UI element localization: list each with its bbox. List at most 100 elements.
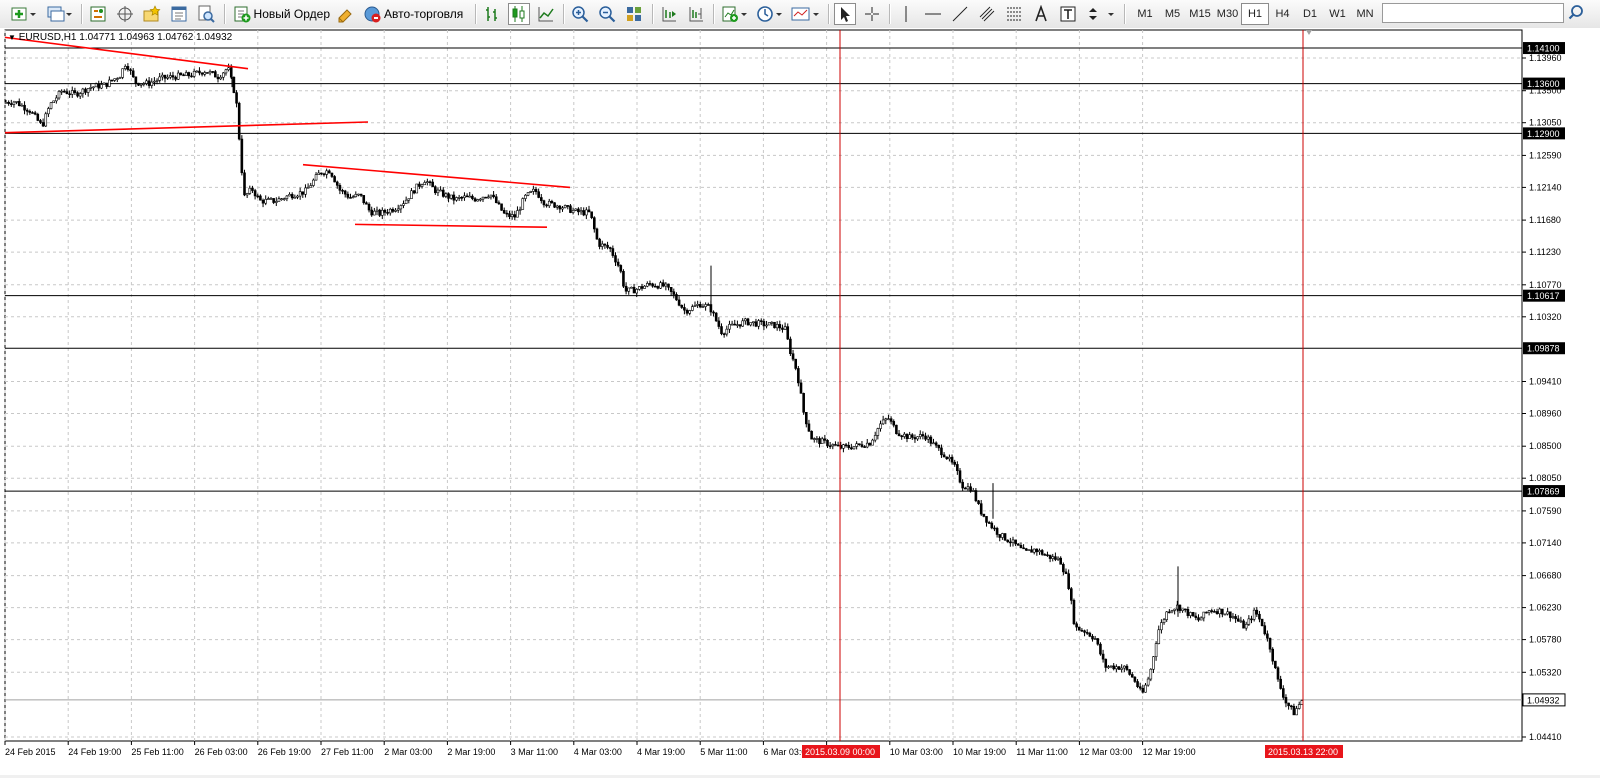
candle-body bbox=[616, 261, 620, 266]
candle-body bbox=[937, 444, 941, 449]
candle-body bbox=[1024, 548, 1028, 551]
candle-body bbox=[1289, 705, 1293, 708]
candle-body bbox=[426, 181, 429, 183]
candle-body bbox=[778, 324, 782, 329]
candle-body bbox=[749, 322, 752, 326]
candle-body bbox=[1051, 556, 1055, 559]
text-tool-button[interactable] bbox=[1030, 3, 1052, 25]
timeframe-mn[interactable]: MN bbox=[1351, 3, 1379, 25]
candle-body bbox=[810, 430, 813, 440]
candle-body bbox=[704, 304, 707, 307]
bar-chart-button[interactable] bbox=[481, 3, 503, 25]
candle-body bbox=[722, 333, 726, 336]
timeframe-m15[interactable]: M15 bbox=[1186, 3, 1214, 25]
search-input[interactable] bbox=[1382, 3, 1564, 23]
timeframe-d1[interactable]: D1 bbox=[1296, 3, 1324, 25]
candle-body bbox=[982, 513, 986, 517]
candle-body bbox=[44, 113, 48, 127]
terminal-button[interactable] bbox=[168, 3, 190, 25]
indicators-button[interactable] bbox=[719, 3, 749, 25]
candle-body bbox=[1258, 613, 1261, 620]
candle-body bbox=[1213, 611, 1216, 613]
timeframe-h1[interactable]: H1 bbox=[1241, 3, 1269, 25]
candle-body bbox=[913, 437, 917, 440]
periods-button[interactable] bbox=[754, 3, 784, 25]
templates-button[interactable] bbox=[789, 3, 821, 25]
candle-body bbox=[1014, 539, 1017, 545]
fibonacci-tool-button[interactable] bbox=[1003, 3, 1025, 25]
candle-body bbox=[775, 324, 779, 329]
candle-body bbox=[182, 74, 185, 77]
candle-body bbox=[881, 419, 885, 425]
candle-body bbox=[1186, 609, 1190, 616]
profiles-button[interactable] bbox=[44, 3, 74, 25]
candle-body bbox=[547, 200, 551, 207]
candlestick-chart-button[interactable] bbox=[508, 3, 530, 25]
line-chart-button[interactable] bbox=[535, 3, 557, 25]
timeframe-h4[interactable]: H4 bbox=[1269, 3, 1297, 25]
candle-body bbox=[979, 503, 983, 515]
candle-body bbox=[4, 101, 8, 104]
candle-body bbox=[1141, 687, 1145, 693]
timeframe-m5[interactable]: M5 bbox=[1159, 3, 1187, 25]
candle-body bbox=[423, 182, 427, 186]
candle-body bbox=[1221, 608, 1224, 615]
candle-body bbox=[1016, 543, 1020, 546]
candle-body bbox=[1027, 549, 1031, 551]
candlestick-icon bbox=[512, 6, 525, 22]
candle-body bbox=[953, 461, 957, 465]
candle-body bbox=[15, 101, 18, 103]
candle-body bbox=[1062, 563, 1065, 573]
auto-scroll-button[interactable] bbox=[658, 3, 680, 25]
search-button[interactable] bbox=[1566, 3, 1586, 23]
timeframe-m30[interactable]: M30 bbox=[1214, 3, 1242, 25]
new-chart-button[interactable] bbox=[8, 3, 38, 25]
level-price-label: 1.13600 bbox=[1527, 79, 1560, 89]
arrows-tool-button[interactable] bbox=[1084, 3, 1116, 25]
candle-body bbox=[147, 80, 151, 86]
timeframe-w1[interactable]: W1 bbox=[1324, 3, 1352, 25]
collapse-triangle-icon[interactable]: ▼ bbox=[8, 33, 16, 42]
candle-body bbox=[1107, 666, 1110, 668]
strategy-tester-button[interactable] bbox=[195, 3, 217, 25]
candle-body bbox=[184, 72, 188, 76]
price-tick-label: 1.13050 bbox=[1529, 118, 1562, 128]
metaeditor-button[interactable] bbox=[334, 3, 356, 25]
autotrading-button[interactable]: Авто-торговля bbox=[360, 3, 468, 25]
time-label: 2 Mar 03:00 bbox=[384, 747, 432, 757]
candle-body bbox=[1091, 635, 1094, 640]
candle-body bbox=[494, 196, 498, 203]
candle-body bbox=[521, 198, 525, 210]
candle-body bbox=[460, 196, 464, 199]
horizontal-line-tool-button[interactable] bbox=[922, 3, 944, 25]
market-watch-button[interactable] bbox=[87, 3, 109, 25]
candle-body bbox=[473, 198, 477, 202]
data-window-button[interactable] bbox=[114, 3, 136, 25]
candle-body bbox=[383, 209, 387, 213]
zoom-out-button[interactable] bbox=[596, 3, 618, 25]
text-label-tool-button[interactable] bbox=[1057, 3, 1079, 25]
new-order-button[interactable]: Новый Ордер bbox=[230, 3, 330, 25]
zoom-in-button[interactable] bbox=[569, 3, 591, 25]
candle-body bbox=[638, 286, 641, 290]
timeframe-m1[interactable]: M1 bbox=[1131, 3, 1159, 25]
navigator-button[interactable] bbox=[141, 3, 163, 25]
time-label: 3 Mar 11:00 bbox=[511, 747, 558, 757]
tile-windows-button[interactable] bbox=[623, 3, 645, 25]
equidistant-channel-tool-button[interactable] bbox=[976, 3, 998, 25]
candle-body bbox=[783, 326, 787, 330]
candle-body bbox=[89, 87, 93, 89]
chart-window[interactable]: 1.13960 1.13500 1.13050 1.12590 1.12140 1.116… bbox=[0, 28, 1600, 775]
candle-body bbox=[190, 75, 193, 78]
vertical-line-tool-button[interactable] bbox=[895, 3, 917, 25]
cursor-tool-button[interactable] bbox=[834, 3, 856, 25]
candle-body bbox=[932, 442, 935, 445]
trendline-tool-button[interactable] bbox=[949, 3, 971, 25]
chart-shift-button[interactable] bbox=[685, 3, 707, 25]
candle-body bbox=[378, 209, 381, 216]
price-chart[interactable]: 1.139601.135001.130501.125901.121401.116… bbox=[0, 28, 1600, 775]
time-label: 10 Mar 19:00 bbox=[953, 747, 1006, 757]
crosshair-tool-button[interactable] bbox=[861, 3, 883, 25]
candle-body bbox=[1210, 610, 1214, 612]
candle-body bbox=[1276, 667, 1280, 680]
